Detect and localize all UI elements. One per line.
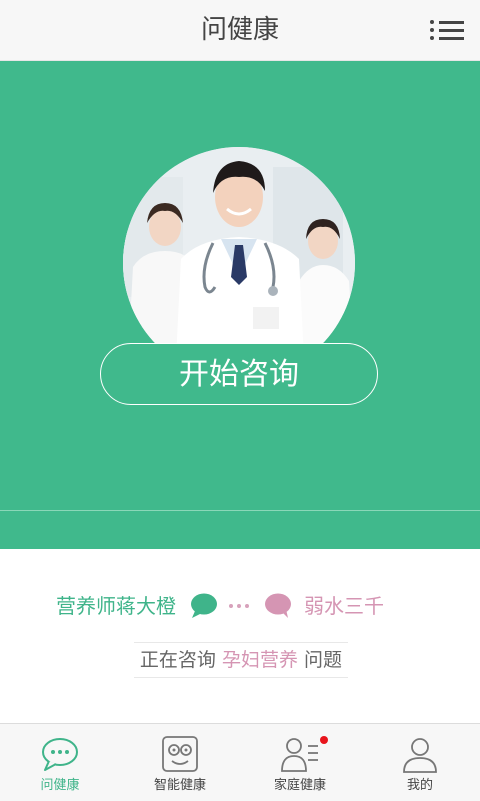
start-consult-button[interactable]: 开始咨询 (100, 343, 378, 405)
consulting-topic: 正在咨询 孕妇营养 问题 (134, 642, 348, 678)
consult-suffix: 问题 (304, 649, 343, 671)
page-title: 问健康 (200, 15, 279, 45)
user-name: 弱水三千 (304, 594, 384, 618)
chat-bubble-icon (264, 593, 292, 623)
tab-smart-health[interactable]: 智能健康 (120, 724, 240, 801)
consult-prefix: 正在咨询 (139, 649, 216, 671)
tab-mine[interactable]: 我的 (360, 724, 480, 801)
chat-bubble-icon (40, 734, 80, 774)
ellipsis-icon (229, 604, 251, 608)
notification-badge (320, 736, 328, 744)
consult-pair: 营养师蒋大橙 弱水三千 (0, 586, 480, 626)
tab-label: 智能健康 (153, 778, 206, 793)
hero-divider (0, 510, 480, 511)
tab-label: 我的 (406, 778, 433, 793)
robot-face-icon (160, 734, 200, 774)
hero-section: 开始咨询 (0, 61, 480, 549)
chat-bubble-icon (190, 593, 218, 623)
list-menu-icon[interactable] (430, 16, 464, 44)
top-bar: 问健康 (0, 0, 480, 61)
tab-label: 家庭健康 (273, 778, 326, 793)
consult-topic: 孕妇营养 (221, 649, 298, 671)
tab-label: 问健康 (40, 778, 80, 793)
bottom-tab-bar: 问健康 智能健康 家庭健康 我的 (0, 723, 480, 801)
family-list-icon (280, 734, 320, 774)
user-icon (400, 734, 440, 774)
nutritionist-name: 营养师蒋大橙 (56, 594, 176, 618)
tab-family-health[interactable]: 家庭健康 (240, 724, 360, 801)
tab-ask-health[interactable]: 问健康 (0, 724, 120, 801)
